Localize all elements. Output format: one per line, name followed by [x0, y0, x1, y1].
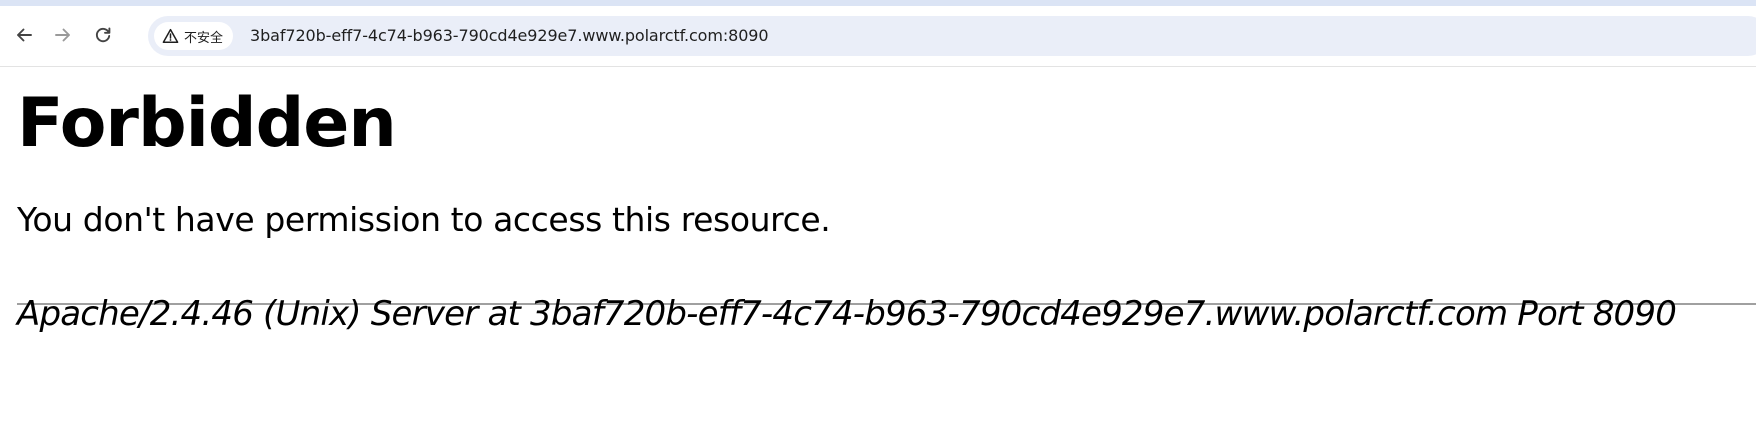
reload-icon [95, 27, 111, 43]
security-indicator[interactable]: 不安全 [154, 22, 234, 50]
warning-triangle-icon [162, 28, 179, 43]
arrow-left-icon [17, 28, 32, 42]
page-title: Forbidden [17, 84, 397, 163]
error-message: You don't have permission to access this… [17, 200, 831, 239]
url-text[interactable]: 3baf720b-eff7-4c74-b963-790cd4e929e7.www… [250, 16, 769, 56]
server-signature: Apache/2.4.46 (Unix) Server at 3baf720b-… [17, 294, 1677, 334]
back-button[interactable] [11, 22, 37, 48]
reload-button[interactable] [90, 22, 116, 48]
browser-toolbar: 不安全 3baf720b-eff7-4c74-b963-790cd4e929e7… [0, 6, 1756, 67]
security-label: 不安全 [184, 30, 224, 46]
forward-button[interactable] [50, 22, 76, 48]
address-bar[interactable]: 不安全 3baf720b-eff7-4c74-b963-790cd4e929e7… [148, 16, 1756, 56]
arrow-right-icon [55, 28, 70, 42]
